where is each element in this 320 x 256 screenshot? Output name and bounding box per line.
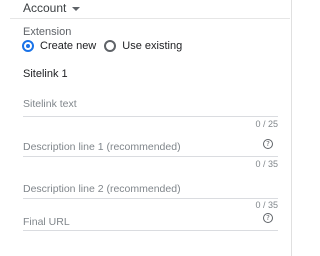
field-underline	[23, 156, 278, 157]
character-counter: 0 / 35	[255, 200, 278, 210]
radio-checked-icon[interactable]	[22, 40, 34, 52]
description-line-1-field[interactable]: Description line 1 (recommended) ? 0 / 3…	[23, 139, 278, 173]
help-icon[interactable]: ?	[263, 139, 273, 149]
extension-radio-group: Create new Use existing	[22, 40, 190, 52]
description-line-2-input[interactable]: Description line 2 (recommended)	[23, 183, 181, 195]
character-counter: 0 / 35	[255, 159, 278, 169]
radio-use-existing[interactable]: Use existing	[104, 40, 182, 52]
account-label: Account	[23, 1, 67, 15]
field-underline	[23, 230, 278, 231]
final-url-input[interactable]: Final URL	[23, 216, 70, 228]
help-icon[interactable]: ?	[263, 213, 273, 223]
chevron-down-icon	[72, 6, 81, 11]
description-line-2-field[interactable]: Description line 2 (recommended) 0 / 35	[23, 181, 278, 215]
sitelink-text-input[interactable]: Sitelink text	[23, 98, 77, 110]
sitelink-text-field[interactable]: Sitelink text 0 / 25	[23, 96, 278, 130]
sitelink-title: Sitelink 1	[23, 68, 68, 80]
description-line-1-input[interactable]: Description line 1 (recommended)	[23, 141, 181, 153]
radio-use-existing-label: Use existing	[122, 40, 183, 52]
final-url-field[interactable]: Final URL ?	[23, 213, 278, 247]
sitelink-form-panel: Account Extension Create new Use existin…	[0, 0, 292, 256]
radio-create-new-label: Create new	[40, 40, 97, 52]
extension-label: Extension	[23, 26, 72, 38]
field-underline	[23, 198, 278, 199]
character-counter: 0 / 25	[255, 119, 278, 129]
radio-unchecked-icon[interactable]	[104, 40, 117, 52]
radio-create-new[interactable]: Create new	[22, 40, 96, 52]
account-dropdown[interactable]: Account	[23, 1, 81, 15]
field-underline	[23, 116, 278, 117]
